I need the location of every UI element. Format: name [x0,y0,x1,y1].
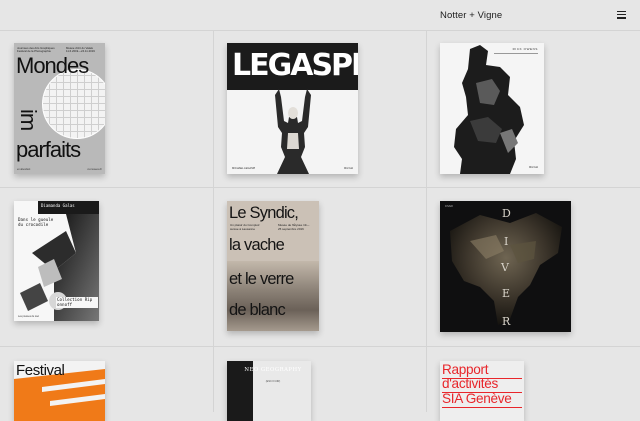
cover-info-left: Un plaisir du Comptoir suisse à Lausanne [230,223,260,231]
cover-info: Un plaisir du Comptoir suisse à Lausanne… [230,223,310,231]
project-cover-diamanda-galas[interactable]: Diamanda Galas Dans le gueule du crocodi… [14,201,99,321]
hamburger-menu-icon[interactable] [617,11,627,19]
cover-title-line: et le verre [229,270,294,288]
cover-footer: en attendant vs-musees.ch [17,168,102,171]
publisher-mark: Rizzoli [529,165,538,169]
cover-title-line: de blanc [229,301,286,319]
cover-title-line: Rapport [442,362,489,377]
project-cover-mondes-imparfaits[interactable]: Journées des Arts Graphiques Festival de… [14,43,105,174]
cover-letter: I [504,235,509,248]
grid-divider [213,30,214,412]
cover-title: Dans le gueule du crocodile [18,217,54,228]
cover-letter: D [502,207,511,220]
cover-footer-left: en attendant [17,168,31,171]
project-cover-festival[interactable]: Festival [14,361,105,421]
cover-letter: V [501,261,509,274]
cover-footer-right: vs-musees.ch [87,168,102,171]
top-bar: Notter + Vigne [0,0,640,30]
cover-title-line: parfaits [16,137,81,162]
publisher-mark: Rizzoli [344,166,353,170]
grid-divider [426,30,427,412]
rule-line [442,407,522,408]
project-cover-neo-geography[interactable]: NEO GEOGRAPHY (ESCI FUIR) [227,361,311,421]
project-cover-diver[interactable]: DIVER D I V E R [440,201,571,332]
grid-divider [0,187,640,188]
grid-divider [0,346,640,347]
project-cover-legaspi[interactable]: LEGASPI MICHAEL LEGASPI Rizzoli [227,43,358,174]
legaspi-logo: LEGASPI [232,48,358,83]
rule-line [442,392,522,393]
figure-illustration [275,89,311,174]
cover-letter: E [502,287,511,300]
cover-title: NEO GEOGRAPHY [244,367,302,373]
project-cover-rick-owens[interactable]: RICK OWENS Rizzoli [440,43,544,174]
figure-photo [454,45,524,174]
cover-collection: Collection Rip onnoff [56,297,98,308]
cover-title: Rapport d'activités SIA Genève [442,362,512,406]
cover-footer: Les presses du réel [18,315,39,318]
project-cover-rapport[interactable]: Rapport d'activités SIA Genève [440,361,524,421]
cover-letter: R [502,315,511,328]
cover-artist: Diamanda Galas [41,203,75,208]
cover-title-line: Le Syndic, [229,204,299,222]
cover-title-line: la vache [229,236,285,254]
rule-line [442,378,522,379]
cover-author: RICK OWENS [512,47,538,51]
cover-title-line: Mondes [16,53,89,78]
grid-divider [0,30,640,31]
cover-footer-left: MICHAEL LEGASPI [232,167,256,170]
cover-title-line: im [16,109,41,131]
cover-header: DIVER [445,205,453,208]
project-cover-le-syndic[interactable]: Le Syndic, Un plaisir du Comptoir suisse… [227,201,319,331]
cover-subtitle: (ESCI FUIR) [265,380,281,383]
brand-link[interactable]: Notter + Vigne [440,10,502,21]
cover-title: Festival [16,362,65,379]
sphere-graphic [42,69,105,139]
cover-info-right: Musée de l'Élysée 19—25 septembre 2016 [278,223,310,231]
divider-line [494,53,538,54]
